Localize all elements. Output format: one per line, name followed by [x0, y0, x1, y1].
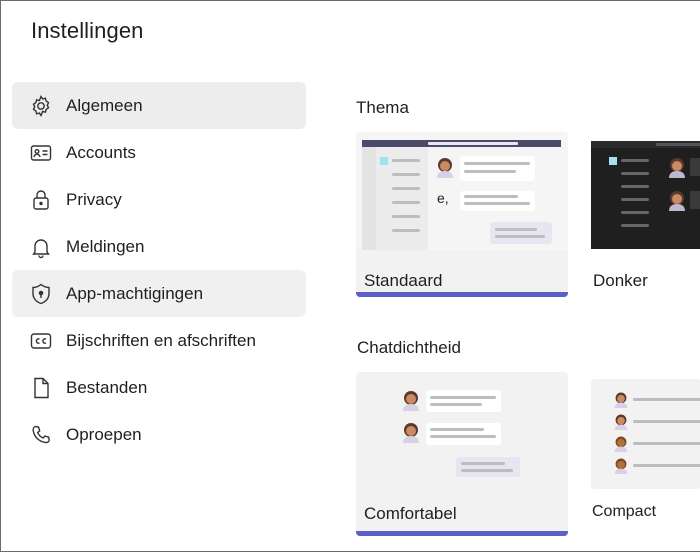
theme-card-donker[interactable]	[591, 141, 700, 249]
theme-label-donker: Donker	[593, 271, 648, 290]
sidebar-item-meldingen[interactable]: Meldingen	[12, 223, 306, 270]
lock-icon	[29, 188, 53, 212]
settings-sidebar: Algemeen Accounts Privacy Meldingen App-…	[12, 82, 306, 458]
closed-captions-icon	[29, 329, 53, 353]
avatar	[613, 391, 629, 413]
sidebar-item-privacy[interactable]: Privacy	[12, 176, 306, 223]
density-label-comfortabel: Comfortabel	[364, 504, 457, 523]
phone-icon	[29, 423, 53, 447]
sidebar-item-label: Accounts	[66, 142, 136, 162]
sidebar-item-label: Privacy	[66, 189, 122, 209]
sidebar-item-label: Bestanden	[66, 377, 148, 397]
id-card-icon	[29, 141, 53, 165]
density-label-compact: Compact	[592, 503, 657, 520]
bell-icon	[29, 235, 53, 259]
selected-indicator	[356, 292, 568, 297]
density-preview-comfortable	[356, 372, 568, 490]
sidebar-item-algemeen[interactable]: Algemeen	[12, 82, 306, 129]
theme-preview-dark	[591, 141, 700, 249]
sidebar-item-label: Bijschriften en afschriften	[66, 330, 256, 350]
theme-heading: Thema	[356, 98, 409, 117]
avatar	[435, 156, 455, 183]
density-card-compact[interactable]	[591, 379, 700, 489]
avatar	[613, 435, 629, 457]
density-card-comfortabel[interactable]: Comfortabel	[356, 372, 568, 536]
shield-icon	[29, 282, 53, 306]
density-preview-compact	[591, 379, 700, 489]
theme-card-standaard[interactable]: e, Standaard	[356, 132, 568, 297]
density-heading: Chatdichtheid	[357, 338, 461, 357]
settings-window: Instellingen Algemeen Accounts Privacy M…	[0, 0, 700, 552]
file-icon	[29, 376, 53, 400]
avatar	[667, 156, 687, 183]
avatar	[401, 421, 421, 448]
theme-label-standaard: Standaard	[364, 271, 443, 290]
preview-text: e,	[437, 190, 449, 206]
sidebar-item-bijschriften[interactable]: Bijschriften en afschriften	[12, 317, 306, 364]
sidebar-item-label: Oproepen	[66, 424, 142, 444]
sidebar-item-accounts[interactable]: Accounts	[12, 129, 306, 176]
avatar	[667, 189, 687, 216]
gear-icon	[29, 94, 53, 118]
sidebar-item-label: Meldingen	[66, 236, 145, 256]
selected-indicator	[356, 531, 568, 536]
avatar	[401, 389, 421, 416]
sidebar-item-label: Algemeen	[66, 95, 143, 115]
avatar	[613, 457, 629, 479]
window-title: Instellingen	[31, 18, 144, 43]
sidebar-item-label: App-machtigingen	[66, 283, 204, 303]
sidebar-item-oproepen[interactable]: Oproepen	[12, 411, 306, 458]
sidebar-item-bestanden[interactable]: Bestanden	[12, 364, 306, 411]
sidebar-item-app-machtigingen[interactable]: App-machtigingen	[12, 270, 306, 317]
theme-preview-light: e,	[356, 132, 568, 250]
avatar	[613, 413, 629, 435]
